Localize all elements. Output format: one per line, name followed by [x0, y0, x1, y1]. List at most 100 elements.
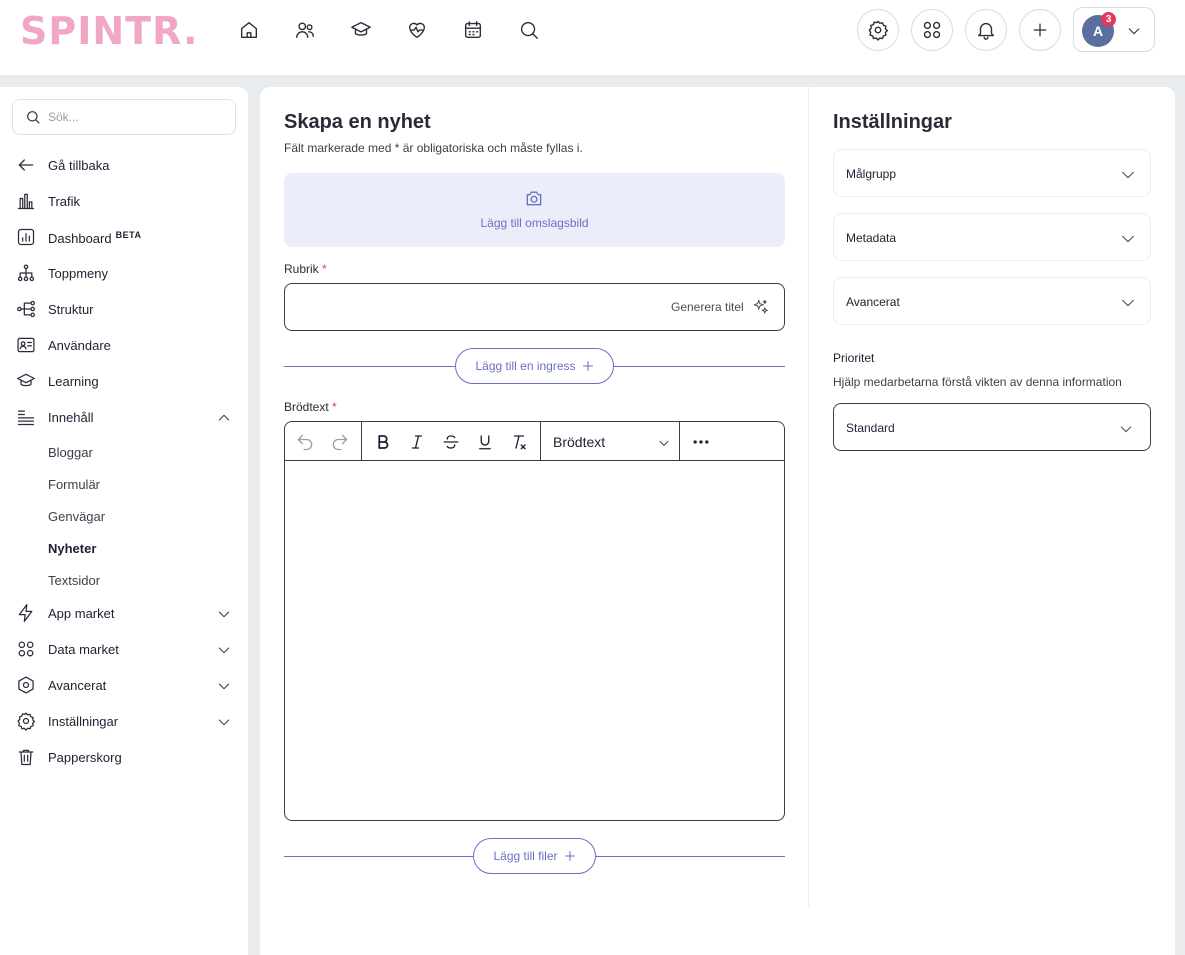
- sidebar-item-avancerat[interactable]: Avancerat: [0, 670, 248, 700]
- add-ingress-button[interactable]: Lägg till en ingress: [455, 348, 614, 384]
- sidebar-item-struktur[interactable]: Struktur: [0, 294, 248, 324]
- people-icon[interactable]: [293, 18, 317, 42]
- strikethrough-icon: [443, 435, 459, 449]
- sidebar-item-label: Avancerat: [48, 678, 107, 693]
- create-button[interactable]: [1019, 9, 1061, 51]
- sidebar-subitem-bloggar[interactable]: Bloggar: [48, 445, 93, 460]
- accordion-malgrupp[interactable]: Målgrupp: [833, 149, 1151, 197]
- accordion-label: Metadata: [846, 231, 897, 245]
- toolbar-separator: [540, 422, 541, 461]
- graduation-cap-icon[interactable]: [349, 18, 373, 42]
- editor-content-area[interactable]: [285, 462, 784, 820]
- apps-button[interactable]: [911, 9, 953, 51]
- user-menu-button[interactable]: A 3: [1073, 7, 1155, 52]
- add-files-button[interactable]: Lägg till filer: [473, 838, 596, 874]
- sitemap-icon: [17, 264, 35, 282]
- apps-grid-icon: [923, 21, 941, 39]
- generate-title-button[interactable]: Generera titel: [671, 300, 744, 314]
- ingress-row: Lägg till en ingress: [284, 348, 785, 384]
- sidebar-item-anvandare[interactable]: Användare: [0, 330, 248, 360]
- clear-format-button[interactable]: [508, 431, 530, 453]
- sidebar-subitem-genvagar[interactable]: Genvägar: [48, 509, 105, 524]
- italic-button[interactable]: [406, 431, 428, 453]
- chevron-down-icon: [1128, 28, 1140, 35]
- headline-label: Rubrik *: [284, 262, 327, 276]
- underline-icon: [479, 435, 491, 450]
- sidebar-item-toppmeny[interactable]: Toppmeny: [0, 258, 248, 288]
- spintr-logo[interactable]: SPINTR.: [20, 9, 198, 53]
- redo-button[interactable]: [329, 431, 351, 453]
- gear-icon: [868, 20, 889, 41]
- strikethrough-button[interactable]: [440, 431, 462, 453]
- search-icon: [27, 111, 40, 124]
- sparkle-icon[interactable]: [752, 298, 770, 316]
- dashboard-icon: [17, 228, 35, 246]
- plus-icon: [1033, 23, 1047, 37]
- grid-icon: [18, 641, 34, 657]
- notifications-button[interactable]: [965, 9, 1007, 51]
- search-icon[interactable]: [517, 18, 541, 42]
- sidebar-item-trafik[interactable]: Trafik: [0, 186, 248, 216]
- heart-pulse-icon[interactable]: [405, 18, 429, 42]
- hierarchy-icon: [17, 300, 35, 318]
- undo-button[interactable]: [294, 431, 316, 453]
- italic-icon: [411, 435, 423, 449]
- sidebar-item-back[interactable]: Gå tillbaka: [0, 150, 248, 180]
- text-style-select[interactable]: Brödtext: [553, 434, 605, 450]
- sidebar-item-data-market[interactable]: Data market: [0, 634, 248, 664]
- chevron-down-icon: [1122, 171, 1134, 179]
- search-input[interactable]: [48, 107, 228, 127]
- settings-title: Inställningar: [833, 111, 952, 133]
- column-divider: [808, 87, 809, 907]
- sidebar-item-label: Learning: [48, 374, 99, 389]
- accordion-metadata[interactable]: Metadata: [833, 213, 1151, 261]
- sidebar-item-label: Gå tillbaka: [48, 158, 110, 173]
- add-cover-image-button[interactable]: [284, 173, 785, 247]
- calendar-icon[interactable]: [461, 18, 485, 42]
- chevron-down-icon: [1120, 426, 1132, 433]
- accordion-avancerat[interactable]: Avancerat: [833, 277, 1151, 325]
- headline-input[interactable]: [299, 297, 659, 317]
- chevron-down-icon[interactable]: [657, 436, 671, 450]
- chevron-down-icon: [218, 647, 230, 654]
- sidebar-item-learning[interactable]: Learning: [0, 366, 248, 396]
- bold-icon: [378, 435, 389, 449]
- sidebar-subitem-formular[interactable]: Formulär: [48, 477, 100, 492]
- sidebar-item-app-market[interactable]: App market: [0, 598, 248, 628]
- id-card-icon: [17, 337, 35, 353]
- sidebar-item-label: Inställningar: [48, 714, 119, 729]
- rich-text-editor: Brödtext: [284, 421, 785, 821]
- more-options-button[interactable]: [690, 431, 712, 453]
- sidebar-subitem-nyheter[interactable]: Nyheter: [48, 541, 96, 556]
- sidebar-item-papperskorg[interactable]: Papperskorg: [0, 742, 248, 772]
- required-mark: *: [322, 262, 327, 276]
- sidebar-item-installningar[interactable]: Inställningar: [0, 706, 248, 736]
- sidebar-item-label: Dashboard: [48, 231, 112, 246]
- list-icon: [17, 410, 35, 426]
- sidebar-item-label: Användare: [48, 338, 111, 353]
- sidebar-search: [12, 99, 236, 135]
- chevron-down-icon: [218, 683, 230, 690]
- sidebar: Gå tillbaka Trafik DashboardBETA Toppmen…: [0, 87, 248, 955]
- settings-button[interactable]: [857, 9, 899, 51]
- sidebar-item-label: Trafik: [48, 194, 81, 209]
- sidebar-item-label: App market: [48, 606, 115, 621]
- sidebar-subitem-textsidor[interactable]: Textsidor: [48, 573, 100, 588]
- sidebar-item-innehall[interactable]: Innehåll: [0, 402, 248, 432]
- bell-icon: [977, 22, 995, 40]
- priority-select[interactable]: Standard: [833, 403, 1151, 451]
- sidebar-item-dashboard[interactable]: Dashboard BETA: [0, 222, 248, 252]
- beta-badge: BETA: [115, 230, 142, 240]
- home-icon[interactable]: [237, 18, 261, 42]
- arrow-left-icon: [18, 159, 34, 171]
- body-label: Brödtext *: [284, 400, 337, 414]
- chevron-up-icon: [218, 414, 230, 421]
- underline-button[interactable]: [474, 431, 496, 453]
- bold-button[interactable]: [372, 431, 394, 453]
- plus-icon: [564, 851, 575, 861]
- main-card: Skapa en nyhet Fält markerade med * är o…: [260, 87, 1175, 955]
- bar-chart-icon: [17, 193, 35, 210]
- headline-field: Generera titel: [284, 283, 785, 331]
- required-hint: Fält markerade med * är obligatoriska oc…: [284, 141, 583, 155]
- sidebar-item-label: Data market: [48, 642, 119, 657]
